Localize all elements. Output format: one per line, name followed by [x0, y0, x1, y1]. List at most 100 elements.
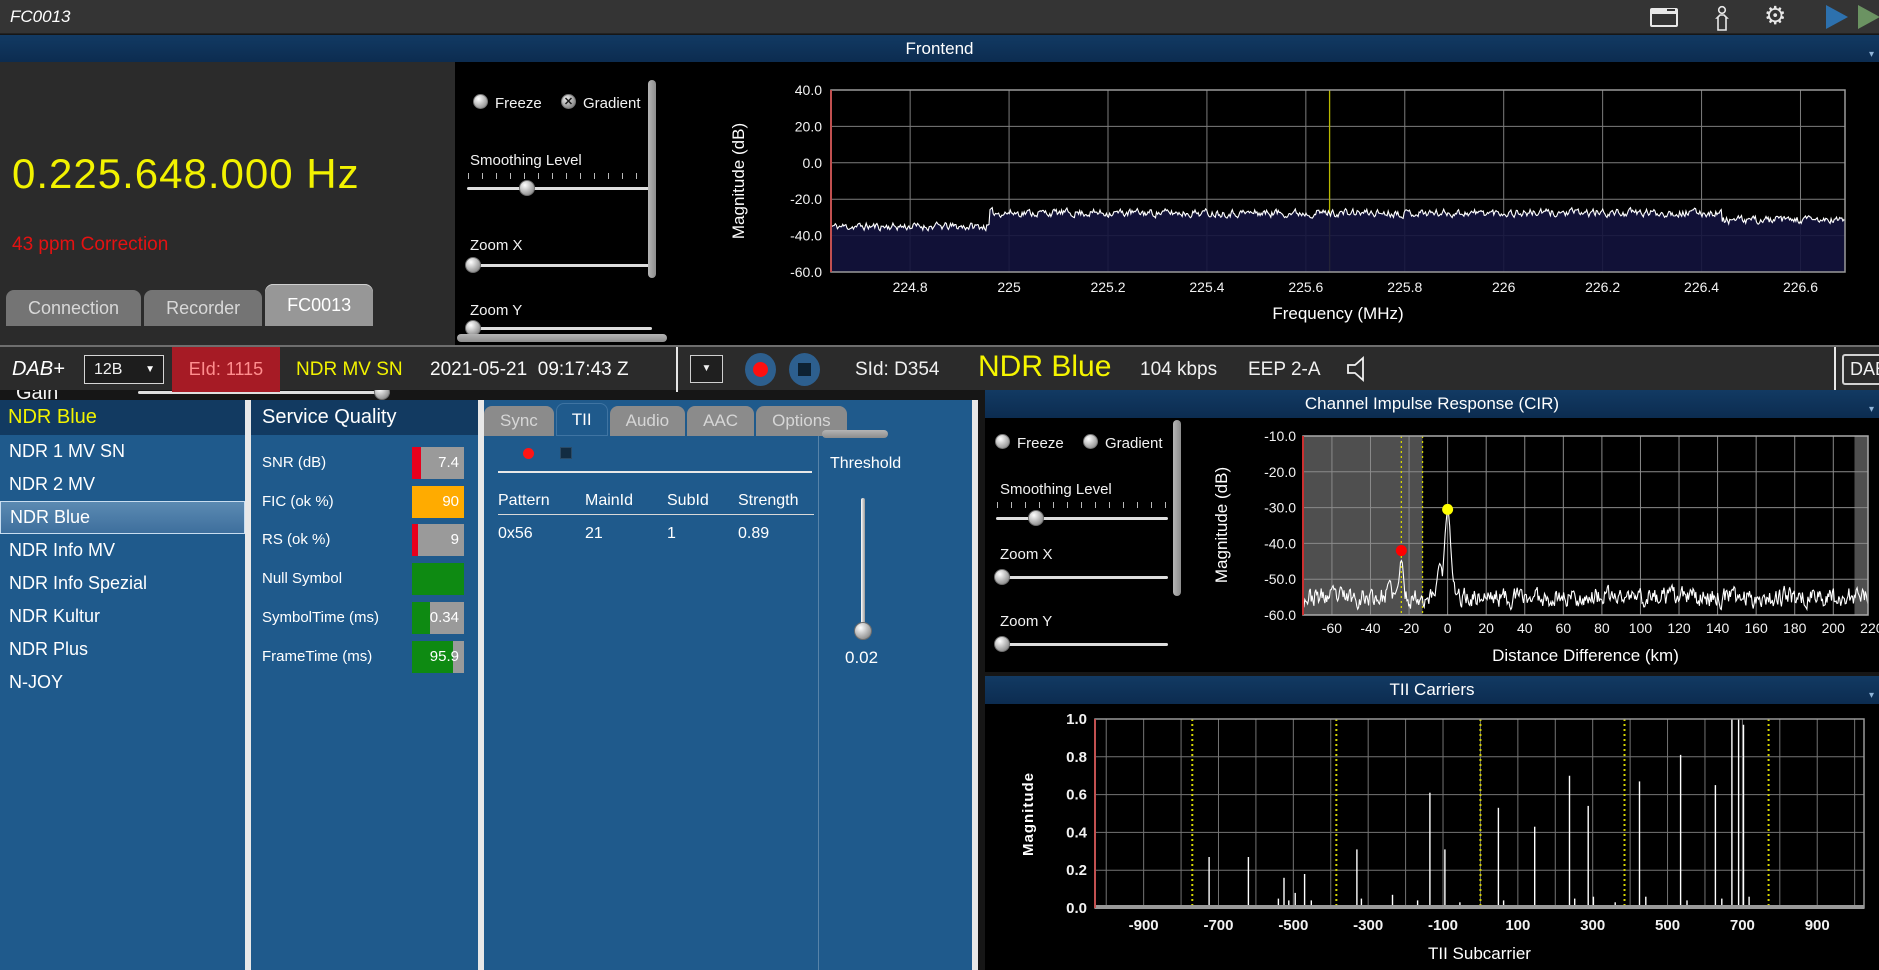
timestamp: 2021-05-21 09:17:43 Z	[430, 359, 629, 380]
eid-badge: EId: 1115	[172, 347, 280, 392]
list-item[interactable]: NDR Info MV	[0, 534, 245, 567]
spectrum-splitter-handle[interactable]	[648, 80, 656, 278]
tab-aac[interactable]: AAC	[687, 406, 755, 436]
spectrum-zoomx-slider[interactable]	[465, 257, 652, 273]
table-cell: 0.89	[738, 525, 770, 542]
quality-value: 0.34	[429, 608, 459, 626]
tab-audio[interactable]: Audio	[609, 406, 686, 436]
svg-text:-40.0: -40.0	[1264, 535, 1296, 551]
spectrum-chart[interactable]: 224.8 225 225.2 225.4 225.6 225.8 226 226.2 226.…	[672, 62, 1879, 345]
tab-tii[interactable]: TII	[555, 403, 608, 436]
svg-text:700: 700	[1730, 917, 1755, 934]
record-button[interactable]	[745, 353, 776, 386]
gear-icon[interactable]: ⚙	[1764, 1, 1786, 31]
dab-badge-separator	[1834, 347, 1836, 392]
quality-bar: 0.34	[412, 601, 464, 634]
tab-connection[interactable]: Connection	[6, 290, 142, 326]
table-header-row: Pattern MainId SubId Strength	[498, 492, 818, 510]
spectrum-controls: Freeze Gradient Smoothing Level Zoom X Z…	[455, 62, 672, 345]
threshold-value: 0.02	[845, 648, 879, 667]
detail-tab-row: Sync TII Audio AAC Options	[484, 403, 849, 436]
panel-separator-3[interactable]	[972, 400, 978, 970]
play-blue-icon[interactable]	[1826, 5, 1848, 29]
list-item[interactable]: NDR 1 MV SN	[0, 435, 245, 468]
threshold-slider-thumb[interactable]	[854, 622, 872, 640]
threshold-scrollbar-handle[interactable]	[822, 430, 888, 438]
ppm-correction: 43 ppm Correction	[12, 234, 169, 255]
quality-value: 90	[442, 492, 459, 510]
channel-value: 12B	[94, 361, 123, 378]
quality-value: 95.9	[429, 647, 459, 665]
dab-bar-separator	[676, 347, 678, 392]
spectrum-smoothing-thumb[interactable]	[519, 180, 535, 196]
quality-bar: 9	[412, 524, 464, 557]
protection-label: EEP 2-A	[1248, 359, 1321, 380]
quality-row: Null Symbol	[251, 563, 478, 596]
quality-label: RS (ok %)	[262, 531, 331, 549]
stop-button[interactable]	[789, 353, 820, 386]
spectrum-zoomx-thumb[interactable]	[465, 257, 481, 273]
info-icon[interactable]	[1713, 5, 1731, 36]
column-header: Strength	[738, 492, 799, 509]
list-item[interactable]: NDR Blue	[0, 501, 245, 534]
table-cell: 21	[585, 525, 603, 542]
controls-scrollbar-handle[interactable]	[457, 334, 667, 342]
svg-text:-40: -40	[1360, 620, 1380, 636]
table-cell: 0x56	[498, 525, 533, 542]
quality-bar-fill	[412, 601, 430, 634]
svg-text:225.2: 225.2	[1090, 279, 1125, 295]
tii-active-indicator	[523, 448, 534, 459]
svg-text:40: 40	[1517, 620, 1533, 636]
spectrum-smoothing-slider[interactable]	[467, 180, 652, 196]
table-row[interactable]: 0x56 21 1 0.89	[498, 525, 818, 543]
tab-recorder[interactable]: Recorder	[144, 290, 263, 326]
svg-text:0.6: 0.6	[1066, 787, 1087, 804]
svg-text:Magnitude (dB): Magnitude (dB)	[1212, 467, 1231, 583]
spectrum-zoomy-label: Zoom Y	[470, 302, 523, 319]
tii-collision-indicator[interactable]	[560, 447, 572, 459]
svg-text:226.6: 226.6	[1783, 279, 1818, 295]
tii-carriers-panel: -900 -700 -500 -300 -100 100 300 500 700 900 1.0 0.…	[985, 704, 1879, 970]
audio-dropdown-button[interactable]: ▼	[690, 355, 723, 383]
tab-fc0013[interactable]: FC0013	[265, 284, 374, 326]
list-item[interactable]: N-JOY	[0, 666, 245, 699]
spectrum-freeze-radio[interactable]	[473, 94, 488, 109]
svg-text:225.6: 225.6	[1288, 279, 1323, 295]
quality-label: SymbolTime (ms)	[262, 608, 379, 626]
quality-label: FrameTime (ms)	[262, 647, 373, 665]
list-item[interactable]: NDR Kultur	[0, 600, 245, 633]
threshold-slider[interactable]	[854, 498, 872, 640]
cir-chart[interactable]: -60 -40 -20 0 20 40 60 80 100 120 140 160 180 200 220 -…	[985, 418, 1879, 672]
svg-text:-100: -100	[1428, 917, 1458, 934]
svg-text:TII Subcarrier: TII Subcarrier	[1428, 944, 1531, 963]
svg-text:180: 180	[1783, 620, 1807, 636]
list-item[interactable]: NDR 2 MV	[0, 468, 245, 501]
svg-text:60: 60	[1556, 620, 1572, 636]
spectrum-gradient-radio[interactable]	[561, 94, 576, 109]
tab-sync[interactable]: Sync	[484, 406, 554, 436]
spectrum-plot-area: 224.8 225 225.2 225.4 225.6 225.8 226 226.2 226.…	[672, 62, 1879, 345]
tii-carriers-chart[interactable]: -900 -700 -500 -300 -100 100 300 500 700 900 1.0 0.…	[985, 704, 1879, 970]
svg-text:-20.0: -20.0	[1264, 464, 1296, 480]
svg-text:-60.0: -60.0	[1264, 607, 1296, 623]
service-list-header: NDR Blue	[0, 400, 245, 435]
quality-bar-fill	[412, 563, 464, 596]
tuner-panel: 0.225.648.000 Hz 43 ppm Correction Conne…	[0, 62, 455, 404]
list-item[interactable]: NDR Plus	[0, 633, 245, 666]
svg-text:225.8: 225.8	[1387, 279, 1422, 295]
spectrum-zoomy-slider[interactable]	[465, 320, 652, 336]
svg-text:80: 80	[1594, 620, 1610, 636]
column-header: MainId	[585, 492, 634, 509]
spectrum-smoothing-label: Smoothing Level	[470, 152, 582, 169]
svg-text:20.0: 20.0	[795, 118, 822, 134]
svg-text:225: 225	[997, 279, 1021, 295]
speaker-icon[interactable]	[1345, 356, 1373, 387]
list-item[interactable]: NDR Info Spezial	[0, 567, 245, 600]
application-window: FC0013 ⚙ Frontend ▾ 0.225.648.000 Hz 43 …	[0, 0, 1879, 970]
svg-text:-700: -700	[1203, 917, 1233, 934]
play-green-icon[interactable]	[1858, 5, 1879, 29]
svg-text:0.0: 0.0	[1066, 900, 1087, 917]
window-icon[interactable]	[1650, 8, 1678, 27]
svg-text:140: 140	[1706, 620, 1730, 636]
channel-select[interactable]: 12B ▼	[84, 355, 164, 384]
